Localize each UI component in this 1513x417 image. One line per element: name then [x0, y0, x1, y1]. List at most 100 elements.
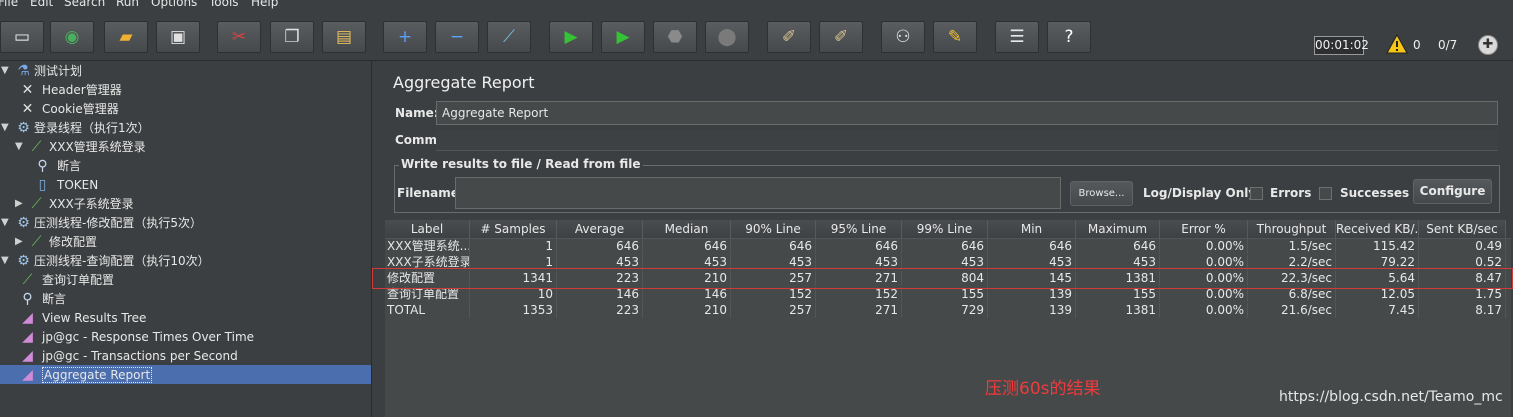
start-no-pauses-button[interactable]: ▶	[601, 21, 645, 53]
table-cell: 1.75	[1419, 287, 1506, 302]
function-helper-button[interactable]: ☰	[995, 21, 1039, 53]
table-cell: 646	[1076, 239, 1160, 254]
column-header[interactable]: 95% Line	[816, 220, 902, 238]
column-header[interactable]: Min	[988, 220, 1076, 238]
tree-node[interactable]: ✕ Cookie管理器	[0, 99, 371, 118]
tree-node-label: XXX管理系统登录	[49, 140, 146, 154]
configure-button[interactable]: Configure	[1413, 179, 1492, 204]
table-row[interactable]: XXX管理系统... 1 646 646 646 646 646 646 646 0.00% 1.5…	[385, 239, 1511, 254]
clear-all-button[interactable]: ✐	[819, 21, 863, 53]
menu-tools[interactable]: Tools	[209, 0, 239, 9]
name-input[interactable]: Aggregate Report	[436, 101, 1498, 125]
table-cell: 729	[902, 303, 988, 318]
table-row[interactable]: TOTAL 1353 223 210 257 271 729 139 1381 0.00% 21.6…	[385, 303, 1511, 318]
table-cell: 453	[643, 255, 731, 270]
watermark: https://blog.csdn.net/Teamo_mc	[1279, 389, 1503, 405]
clear-button[interactable]: ✐	[767, 21, 811, 53]
expand-button[interactable]: +	[383, 21, 427, 53]
collapse-toggle-icon[interactable]: ▼	[1, 65, 9, 76]
expand-toggle-icon[interactable]: ▶	[15, 198, 23, 209]
remote-icon[interactable]: ✚	[1478, 35, 1498, 55]
column-header[interactable]: Received KB/...	[1336, 220, 1419, 238]
toolbar: ▭ ◉ ▰ ▣ ✂ ❐ ▤ + − ⟋ ▶ ▶ ⬣ ⬤ ✐ ✐ ⚇ ✎ ☰? 00:01:02 0 0/7 ✚	[0, 9, 1513, 61]
elapsed-timer: 00:01:02	[1314, 36, 1369, 55]
tree-node[interactable]: ▶ ⟋ 修改配置	[0, 232, 371, 251]
collapse-toggle-icon[interactable]: ▼	[15, 141, 23, 152]
tree-node[interactable]: ▶ ⟋ XXX子系统登录	[0, 194, 371, 213]
collapse-toggle-icon[interactable]: ▼	[1, 255, 9, 266]
templates-button[interactable]: ◉	[50, 21, 94, 53]
tree-node[interactable]: ⟋ 查询订单配置	[0, 270, 371, 289]
table-row[interactable]: XXX子系统登录 1 453 453 453 453 453 453 453 0.00% 2.2/s…	[385, 255, 1511, 270]
menu-file[interactable]: File	[0, 0, 18, 9]
tree-node[interactable]: ▼ ⚙ 登录线程（执行1次）	[0, 118, 371, 137]
column-header[interactable]: Average	[557, 220, 643, 238]
save-button[interactable]: ▣	[156, 21, 200, 53]
tree-node[interactable]: ⚲ 断言	[0, 156, 371, 175]
menu-options[interactable]: Options	[151, 0, 197, 9]
column-header[interactable]: Label	[385, 220, 470, 238]
tree-node[interactable]: ✕ Header管理器	[0, 80, 371, 99]
shutdown-button[interactable]: ⬤	[705, 21, 749, 53]
tree-node[interactable]: ▼ ⚗ 测试计划	[0, 61, 371, 80]
tree-node[interactable]: ◢ jp@gc - Response Times Over Time	[0, 327, 371, 346]
table-cell: 453	[816, 255, 902, 270]
menu-edit[interactable]: Edit	[30, 0, 53, 9]
open-button[interactable]: ▰	[104, 21, 148, 53]
new-button[interactable]: ▭	[0, 21, 44, 53]
tree-node[interactable]: ⚲ 断言	[0, 289, 371, 308]
table-cell: 146	[643, 287, 731, 302]
errors-checkbox[interactable]	[1250, 187, 1263, 200]
start-button[interactable]: ▶	[549, 21, 593, 53]
collapse-toggle-icon[interactable]: ▼	[1, 217, 9, 228]
column-header[interactable]: Throughput	[1248, 220, 1336, 238]
collapse-toggle-icon[interactable]: ▼	[1, 122, 9, 133]
toggle-button[interactable]: ⟋	[487, 21, 531, 53]
warning-icon[interactable]	[1386, 34, 1408, 54]
table-cell: 646	[988, 239, 1076, 254]
column-header[interactable]: 90% Line	[731, 220, 816, 238]
tree-node-label: View Results Tree	[42, 310, 147, 325]
copy-button[interactable]: ❐	[270, 21, 314, 53]
tree-node[interactable]: ▯ TOKEN	[0, 175, 371, 194]
column-header[interactable]: Error %	[1160, 220, 1248, 238]
splitter[interactable]	[372, 61, 382, 417]
save-icon: ▣	[169, 26, 187, 47]
column-header[interactable]: 99% Line	[902, 220, 988, 238]
column-header[interactable]: Sent KB/sec	[1419, 220, 1506, 238]
help-button[interactable]: ?	[1047, 21, 1091, 53]
menu-help[interactable]: Help	[251, 0, 278, 9]
paste-icon: ▤	[335, 26, 353, 47]
reset-search-button[interactable]: ✎	[933, 21, 977, 53]
tree-node[interactable]: ◢ jp@gc - Transactions per Second	[0, 346, 371, 365]
column-header[interactable]: Median	[643, 220, 731, 238]
menu-search[interactable]: Search	[64, 0, 105, 9]
collapse-button[interactable]: −	[435, 21, 479, 53]
expand-icon: +	[397, 26, 413, 47]
table-cell: 21.6/sec	[1248, 303, 1336, 318]
table-row[interactable]: 修改配置 1341 223 210 257 271 804 145 1381 0.00% 22.3/…	[385, 271, 1511, 286]
expand-toggle-icon[interactable]: ▶	[15, 236, 23, 247]
paste-button[interactable]: ▤	[322, 21, 366, 53]
tree-node[interactable]: ▼ ⚙ 压测线程-修改配置（执行5次）	[0, 213, 371, 232]
column-header[interactable]: Maximum	[1076, 220, 1160, 238]
start-icon: ▶	[564, 26, 578, 47]
column-header[interactable]: # Samples	[470, 220, 557, 238]
tree-node[interactable]: ▼ ⟋ XXX管理系统登录	[0, 137, 371, 156]
comments-input[interactable]	[436, 130, 1498, 151]
filename-input[interactable]	[455, 177, 1061, 209]
search-button[interactable]: ⚇	[881, 21, 925, 53]
table-cell: 修改配置	[385, 271, 470, 286]
successes-checkbox[interactable]	[1319, 187, 1332, 200]
menu-run[interactable]: Run	[116, 0, 139, 9]
tree-node[interactable]: ◢ View Results Tree	[0, 308, 371, 327]
test-plan-tree: ▼ ⚗ 测试计划 ✕ Header管理器 ✕ Cookie管理器 ▼ ⚙ 登录线程（执行1次） ▼ ⟋…	[0, 61, 372, 417]
tree-node[interactable]: ◢ Aggregate Report	[0, 365, 371, 384]
browse-button[interactable]: Browse...	[1070, 181, 1133, 206]
table-cell: 257	[731, 271, 816, 286]
tree-node[interactable]: ▼ ⚙ 压测线程-查询配置（执行10次）	[0, 251, 371, 270]
clear-all-icon: ✐	[833, 26, 849, 47]
cut-button[interactable]: ✂	[217, 21, 261, 53]
table-row[interactable]: 查询订单配置 10 146 146 152 152 155 139 155 0.00% 6.8/se…	[385, 287, 1511, 302]
stop-button[interactable]: ⬣	[653, 21, 697, 53]
